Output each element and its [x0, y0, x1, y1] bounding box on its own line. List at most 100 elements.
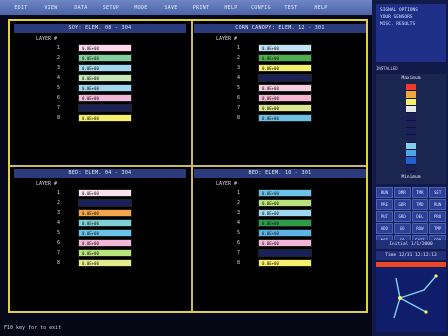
layer-value-cell[interactable]: 0.0E+00 — [258, 64, 312, 72]
layer-number: 8 — [56, 115, 60, 121]
layer-number: 1 — [56, 45, 60, 51]
layer-row: 4 0.0E+00 — [14, 218, 186, 228]
grid-button[interactable]: RUN — [429, 199, 446, 210]
grid-button[interactable]: TMR — [411, 187, 429, 198]
layer-value-cell[interactable] — [78, 104, 132, 112]
grid-button[interactable]: TMP — [429, 223, 446, 234]
info-line-2[interactable]: YOUR SENSORS — [380, 14, 442, 21]
layer-value-cell[interactable]: 0.0E+00 — [78, 259, 132, 267]
layer-number: 5 — [56, 230, 60, 236]
layer-value-cell[interactable]: 0.0E+00 — [78, 189, 132, 197]
menu-item-9[interactable]: CONFIG — [246, 5, 276, 11]
layer-row: 8 0.0E+00 — [194, 113, 366, 123]
layer-value-cell[interactable]: 0.0E+00 — [78, 74, 132, 82]
layer-number: 3 — [236, 65, 240, 71]
grid-button[interactable]: TMD — [411, 199, 429, 210]
layer-value-cell[interactable]: 0.0E+00 — [258, 259, 312, 267]
grid-button[interactable]: PRO — [429, 211, 446, 222]
layer-value-cell[interactable] — [78, 199, 132, 207]
layer-row: 4 — [194, 73, 366, 83]
layer-value-cell[interactable]: 0.0E+00 — [258, 104, 312, 112]
layer-header: LAYER # — [216, 36, 238, 42]
info-line-1[interactable]: SIGNAL OPTIONS — [380, 7, 442, 14]
grid-button[interactable]: DEL — [411, 211, 429, 222]
layer-value-cell[interactable]: 0.0E+00 — [78, 44, 132, 52]
layer-number: 8 — [56, 260, 60, 266]
layer-value-cell[interactable]: 0.0E+00 — [78, 64, 132, 72]
layer-row: 1 0.0E+00 — [14, 43, 186, 53]
menu-item-8[interactable]: HELP — [216, 5, 246, 11]
scale-swatch — [406, 98, 416, 106]
grid-button[interactable]: PUT — [376, 211, 393, 222]
menu-item-6[interactable]: SAVE — [156, 5, 186, 11]
layer-number: 6 — [236, 95, 240, 101]
layer-value-cell[interactable]: 0.0E+00 — [258, 239, 312, 247]
layer-value-cell[interactable]: 0.0E+00 — [258, 114, 312, 122]
layer-value-cell[interactable]: 0.0E+00 — [258, 54, 312, 62]
layer-number: 5 — [56, 85, 60, 91]
layer-row: 7 0.0E+00 — [194, 103, 366, 113]
menu-item-4[interactable]: SETUP — [96, 5, 126, 11]
layer-value-cell[interactable]: 0.0E+00 — [258, 44, 312, 52]
scale-swatch — [406, 91, 416, 99]
layer-value-cell[interactable]: 0.0E+00 — [78, 249, 132, 257]
scale-swatch — [406, 120, 416, 128]
layer-value-cell[interactable]: 0.0E+00 — [78, 94, 132, 102]
layer-value-cell[interactable] — [258, 74, 312, 82]
layer-value-cell[interactable]: 0.0E+00 — [258, 189, 312, 197]
layer-row: 2 0.0E+00 — [194, 198, 366, 208]
menu-item-5[interactable]: MODE — [126, 5, 156, 11]
mini-map — [376, 268, 446, 332]
layer-value-cell[interactable]: 0.0E+00 — [258, 94, 312, 102]
grid-button[interactable]: GDR — [393, 199, 411, 210]
grid-button[interactable]: GRD — [393, 211, 411, 222]
grid-button[interactable]: ROW — [411, 223, 429, 234]
grid-button[interactable]: GO — [393, 223, 411, 234]
logo-strip — [376, 262, 446, 267]
main-area: SOY: ELEM. 08 - 304 LAYER # 1 0.0E+00 2 0.0E+… — [0, 15, 372, 321]
layer-number: 7 — [56, 250, 60, 256]
layer-number: 4 — [236, 220, 240, 226]
grid-button[interactable]: RUN — [376, 187, 393, 198]
layer-value-cell[interactable] — [258, 249, 312, 257]
layer-row: 3 0.0E+00 — [14, 63, 186, 73]
layer-row: 6 0.0E+00 — [194, 93, 366, 103]
info-line-3[interactable]: MISC. RESULTS — [380, 21, 442, 28]
quadrant-title: BED: ELEM. 04 - 304 — [14, 169, 186, 178]
layer-number: 1 — [56, 190, 60, 196]
layer-value-cell[interactable]: 0.0E+00 — [78, 54, 132, 62]
layer-number: 4 — [56, 220, 60, 226]
layer-number: 4 — [236, 75, 240, 81]
menu-item-2[interactable]: VIEW — [36, 5, 66, 11]
layer-value-cell[interactable]: 0.0E+00 — [78, 84, 132, 92]
layer-row: 4 0.0E+00 — [194, 218, 366, 228]
layer-value-cell[interactable]: 0.0E+00 — [258, 209, 312, 217]
grid-button[interactable]: SET — [429, 187, 446, 198]
quadrant-title: BED: ELEM. 10 - 301 — [194, 169, 366, 178]
layer-row: 1 0.0E+00 — [194, 188, 366, 198]
layer-value-cell[interactable]: 0.0E+00 — [78, 239, 132, 247]
layer-row: 6 0.0E+00 — [14, 238, 186, 248]
scale-swatch — [406, 113, 416, 121]
menu-item-10[interactable]: TEST — [276, 5, 306, 11]
grid-button[interactable]: PRE — [376, 199, 393, 210]
menu-item-3[interactable]: DATA — [66, 5, 96, 11]
layer-value-cell[interactable]: 0.0E+00 — [78, 229, 132, 237]
layer-value-cell[interactable]: 0.0E+00 — [258, 199, 312, 207]
menu-item-1[interactable]: EDIT — [6, 5, 36, 11]
layer-value-cell[interactable]: 0.0E+00 — [258, 229, 312, 237]
grid-button[interactable]: DMR — [393, 187, 411, 198]
menu-item-7[interactable]: PRINT — [186, 5, 216, 11]
layer-value-cell[interactable]: 0.0E+00 — [258, 219, 312, 227]
layer-value-cell[interactable]: 0.0E+00 — [258, 84, 312, 92]
layer-number: 6 — [56, 95, 60, 101]
layer-value-cell[interactable]: 0.0E+00 — [78, 219, 132, 227]
menu-item-11[interactable]: HELP — [306, 5, 336, 11]
layer-row: 5 0.0E+00 — [14, 228, 186, 238]
time-current: Time 12/31 12:12:13 — [376, 251, 446, 260]
layer-value-cell[interactable]: 0.0E+00 — [78, 209, 132, 217]
layer-value-cell[interactable]: 0.0E+00 — [78, 114, 132, 122]
layer-row: 2 0.0E+00 — [14, 53, 186, 63]
button-grid: RUN DMR TMR SET PRE GDR TMD RUN PUT GRD DEL PRO ADD G… — [376, 187, 446, 246]
grid-button[interactable]: ADD — [376, 223, 393, 234]
